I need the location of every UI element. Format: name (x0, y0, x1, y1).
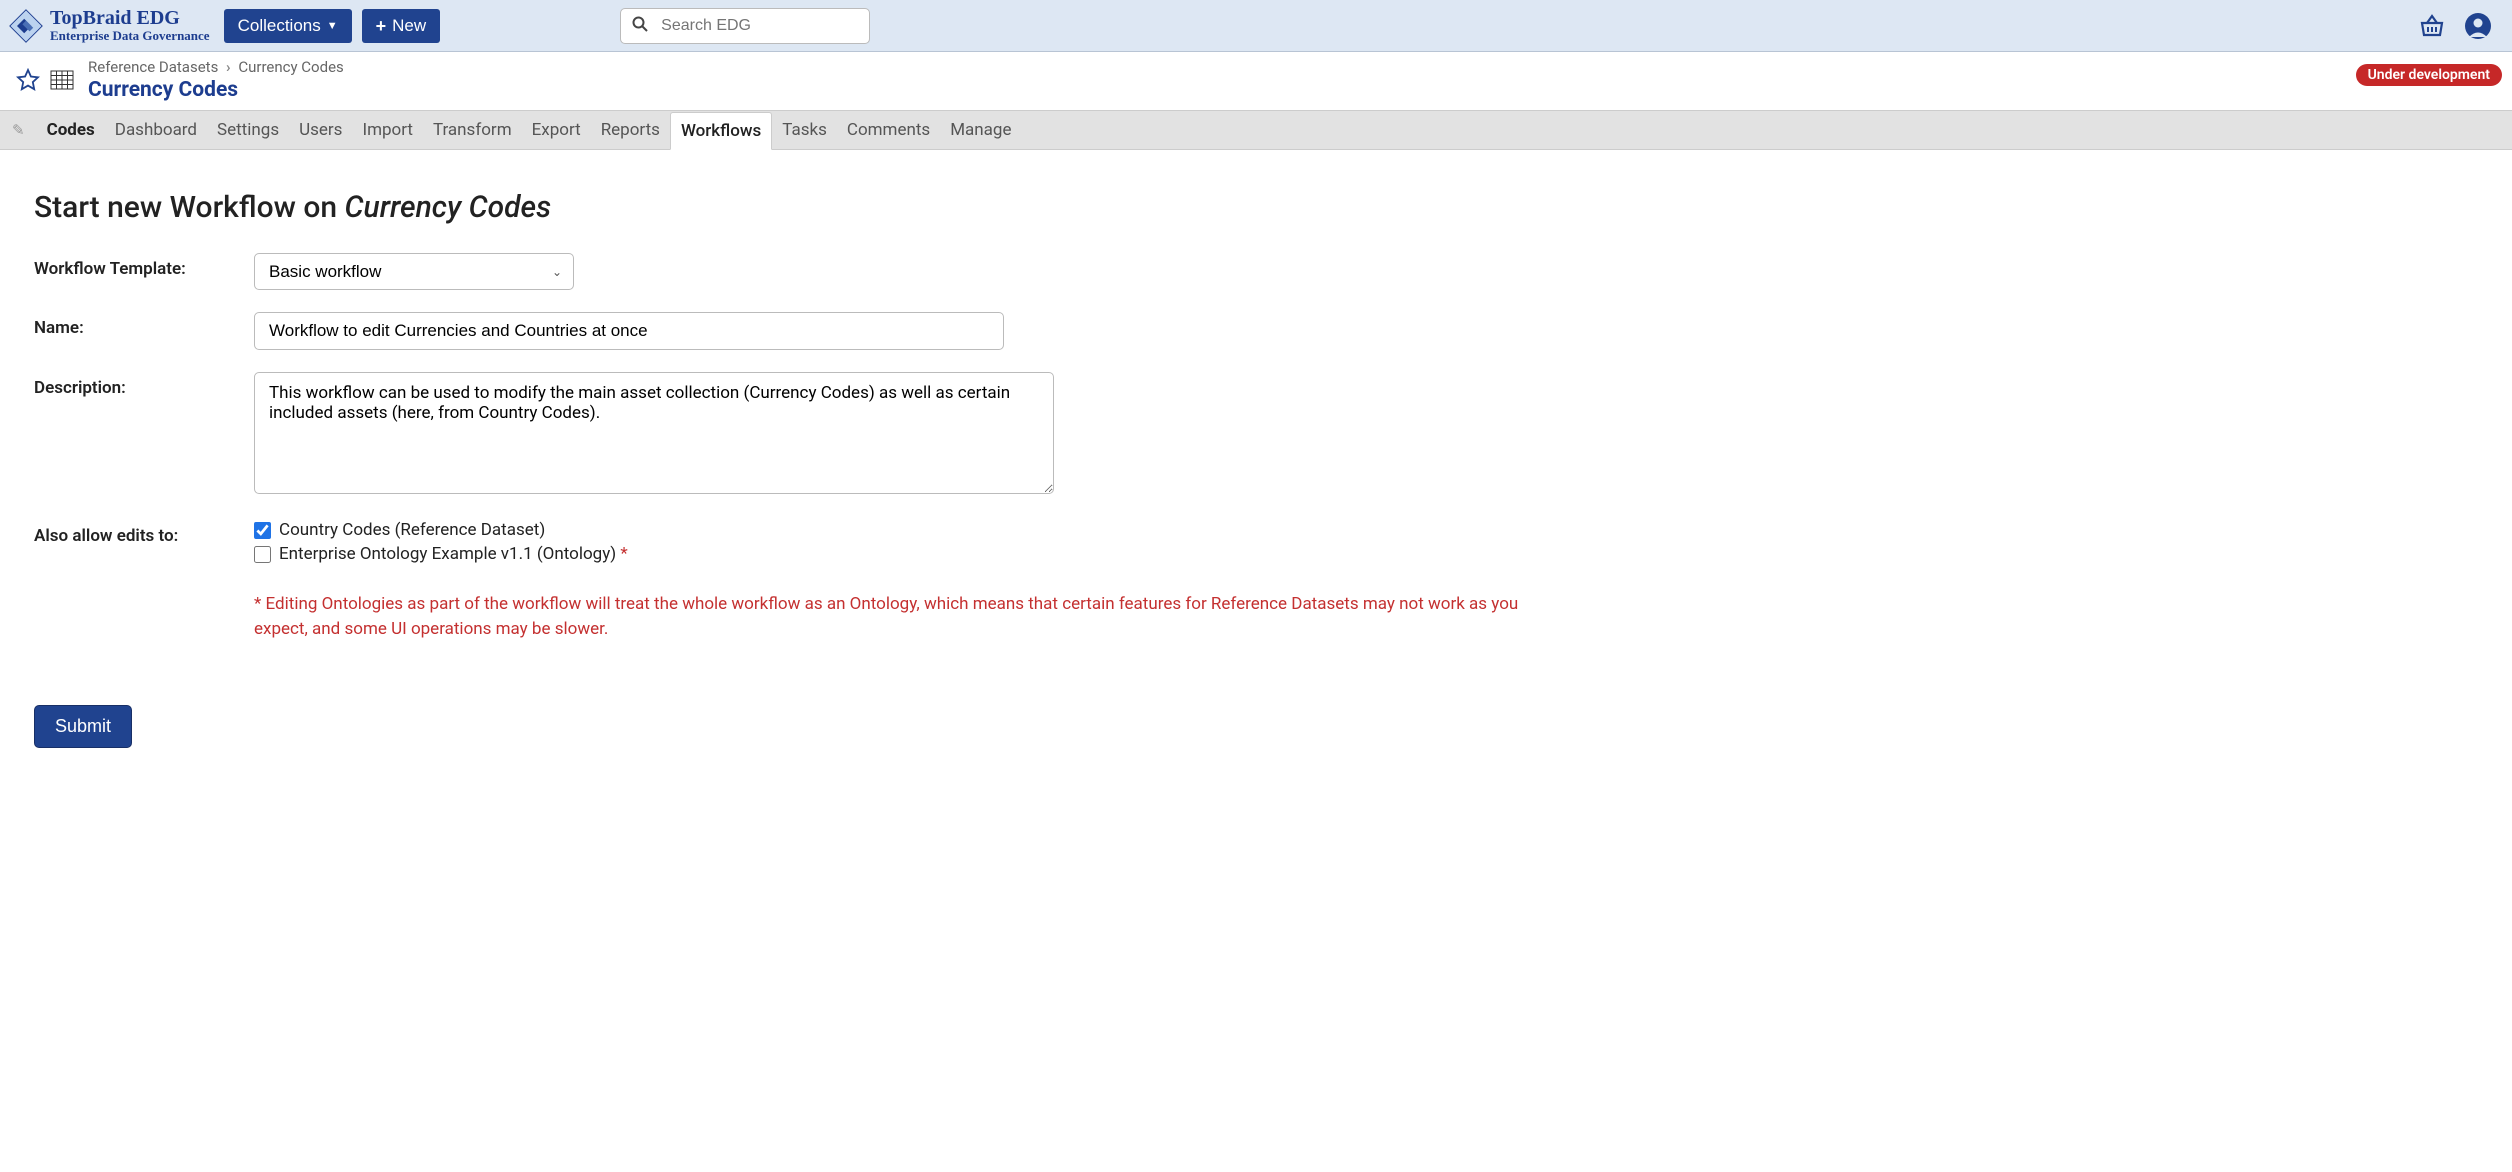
caret-down-icon: ▼ (327, 20, 338, 32)
tab-users[interactable]: Users (289, 111, 352, 149)
tab-settings[interactable]: Settings (207, 111, 289, 149)
allow-option-1-label: Country Codes (Reference Dataset) (279, 520, 545, 540)
logo-block[interactable]: TopBraid EDG Enterprise Data Governance (8, 8, 210, 44)
status-badge: Under development (2356, 64, 2502, 86)
tab-transform[interactable]: Transform (423, 111, 522, 149)
tab-dashboard[interactable]: Dashboard (105, 111, 207, 149)
star-icon[interactable] (16, 68, 40, 92)
tab-workflows[interactable]: Workflows (670, 112, 772, 150)
allow-option-2-label: Enterprise Ontology Example v1.1 (Ontolo… (279, 544, 628, 564)
pencil-icon[interactable]: ✎ (12, 121, 25, 139)
subheader: Reference Datasets › Currency Codes Curr… (0, 52, 2512, 110)
template-label: Workflow Template: (34, 253, 254, 279)
description-label: Description: (34, 372, 254, 398)
search-input[interactable] (620, 8, 870, 44)
chevron-right-icon: › (226, 58, 231, 76)
tab-manage[interactable]: Manage (940, 111, 1021, 149)
tab-tasks[interactable]: Tasks (772, 111, 837, 149)
workflow-name-input[interactable] (254, 312, 1004, 350)
tab-codes[interactable]: Codes (37, 111, 105, 149)
ontology-warning: * Editing Ontologies as part of the work… (254, 592, 1534, 641)
allow-option-2: Enterprise Ontology Example v1.1 (Ontolo… (254, 544, 1534, 564)
form-heading: Start new Workflow on Currency Codes (34, 190, 2478, 225)
tab-comments[interactable]: Comments (837, 111, 940, 149)
main-content: Start new Workflow on Currency Codes Wor… (0, 150, 2512, 788)
page-title: Currency Codes (88, 78, 344, 102)
breadcrumb-current: Currency Codes (238, 58, 343, 76)
brand-title: TopBraid EDG (50, 8, 210, 29)
plus-icon: + (376, 17, 387, 35)
tab-reports[interactable]: Reports (591, 111, 670, 149)
workflow-description-textarea[interactable] (254, 372, 1054, 494)
breadcrumb-parent[interactable]: Reference Datasets (88, 58, 218, 76)
submit-button[interactable]: Submit (34, 705, 132, 748)
workflow-template-select[interactable]: Basic workflow (254, 253, 574, 290)
breadcrumb: Reference Datasets › Currency Codes (88, 58, 344, 76)
basket-icon[interactable] (2418, 12, 2446, 40)
allow-option-1: Country Codes (Reference Dataset) (254, 520, 1534, 540)
new-label: New (392, 16, 426, 36)
topbar: TopBraid EDG Enterprise Data Governance … (0, 0, 2512, 52)
also-allow-label: Also allow edits to: (34, 520, 254, 546)
name-label: Name: (34, 312, 254, 338)
collections-button[interactable]: Collections ▼ (224, 9, 352, 43)
search-wrap (620, 8, 870, 44)
allow-option-2-checkbox[interactable] (254, 546, 271, 563)
brand-subtitle: Enterprise Data Governance (50, 29, 210, 43)
grid-icon[interactable] (50, 70, 74, 90)
new-button[interactable]: + New (362, 9, 441, 43)
tabbar: ✎ Codes Dashboard Settings Users Import … (0, 110, 2512, 150)
allow-option-1-checkbox[interactable] (254, 522, 271, 539)
collections-label: Collections (238, 16, 321, 36)
logo-icon (8, 8, 44, 44)
tab-import[interactable]: Import (352, 111, 423, 149)
search-icon (632, 16, 648, 36)
user-icon[interactable] (2464, 12, 2492, 40)
tab-export[interactable]: Export (522, 111, 591, 149)
